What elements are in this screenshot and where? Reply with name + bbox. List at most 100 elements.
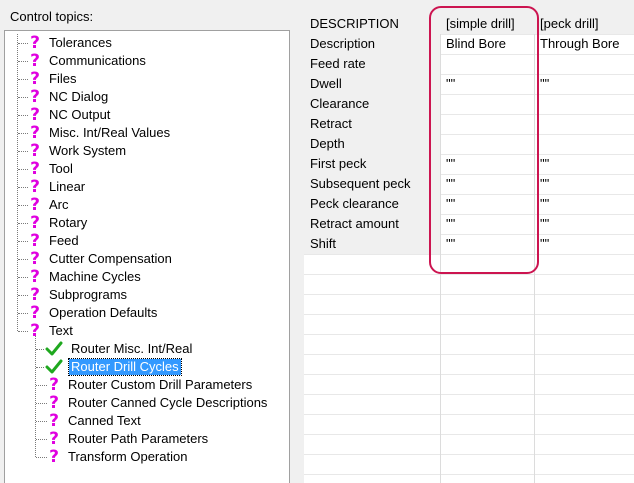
grid-cell[interactable]: "" [440,194,534,214]
grid-cell[interactable]: Through Bore [534,34,634,54]
grid-cell[interactable]: "" [440,174,534,194]
grid-line [304,374,634,375]
tree-item-label: Files [49,71,77,86]
tree-item-label: Machine Cycles [49,269,141,284]
tree-connector [18,205,28,206]
tree-item[interactable]: ? Feed [29,232,81,250]
tree-item-label: Subprograms [49,287,128,302]
tree-item-label: Operation Defaults [49,305,158,320]
tree-connector [18,241,28,242]
grid-cell[interactable]: "" [440,154,534,174]
row-label: Retract amount [304,214,440,234]
tree-item-label: Linear [49,179,86,194]
grid-cell[interactable] [534,114,634,134]
question-mark-icon: ? [30,159,40,179]
grid-cell[interactable]: "" [534,234,634,254]
tree-connector [18,259,28,260]
tree-item-label: Router Path Parameters [68,431,209,446]
tree-item[interactable]: ? Machine Cycles [29,268,143,286]
tree-connector [36,457,47,458]
question-mark-icon: ? [30,87,40,107]
row-label: Shift [304,234,440,254]
grid-header-row: DESCRIPTION [simple drill] [peck drill] [304,14,634,34]
tree-child-item[interactable]: ? Router Custom Drill Parameters [48,376,254,394]
tree-item[interactable]: ? Operation Defaults [29,304,159,322]
grid-line [304,434,634,435]
grid-row: Retract amount "" "" [304,214,634,234]
grid-line [304,294,634,295]
tree-item-selected[interactable]: Router Drill Cycles [45,358,182,376]
tree-child-item[interactable]: ? Router Path Parameters [48,430,210,448]
tree-item-label: Router Custom Drill Parameters [68,377,253,392]
tree-item[interactable]: ? Rotary [29,214,89,232]
control-topics-tree[interactable]: ? Tolerances? Communications? Files? NC Dial… [4,30,290,483]
drill-cycle-grid[interactable]: DESCRIPTION [simple drill] [peck drill] Des… [304,14,634,483]
tree-item[interactable]: ? Tool [29,160,75,178]
grid-cell[interactable]: "" [440,74,534,94]
question-mark-icon: ? [49,375,59,395]
grid-cell[interactable] [440,114,534,134]
tree-child-item[interactable]: ? Router Canned Cycle Descriptions [48,394,269,412]
tree-connector [18,331,28,332]
grid-cell[interactable] [440,94,534,114]
tree-item-label: Router Drill Cycles [68,358,182,376]
tree-connector [18,151,28,152]
column-header: DESCRIPTION [304,14,440,34]
tree-item[interactable]: ? NC Dialog [29,88,110,106]
grid-cell[interactable]: "" [440,214,534,234]
question-mark-icon: ? [30,231,40,251]
question-mark-icon: ? [49,411,59,431]
row-label: Description [304,34,440,54]
question-mark-icon: ? [30,141,40,161]
question-mark-icon: ? [30,105,40,125]
tree-item[interactable]: ? Arc [29,196,71,214]
tree-child-item[interactable]: ? Canned Text [48,412,143,430]
tree-connector [18,277,28,278]
grid-cell[interactable] [440,134,534,154]
grid-cell[interactable] [440,54,534,74]
grid-cell[interactable]: Blind Bore [440,34,534,54]
tree-connector [18,79,28,80]
tree-connector [36,439,47,440]
question-mark-icon: ? [30,33,40,53]
question-mark-icon: ? [49,447,59,467]
grid-row: First peck "" "" [304,154,634,174]
column-header: [simple drill] [440,14,534,34]
tree-item[interactable]: ? Tolerances [29,34,114,52]
grid-cell[interactable] [534,134,634,154]
tree-item[interactable]: ? Subprograms [29,286,129,304]
tree-child-item[interactable]: ? Transform Operation [48,448,189,466]
grid-cell[interactable]: "" [534,74,634,94]
tree-connector [18,169,28,170]
checkmark-icon [45,359,63,375]
tree-item-label: Tool [49,161,73,176]
tree-item-label: Router Canned Cycle Descriptions [68,395,268,410]
tree-item[interactable]: ? Linear [29,178,87,196]
grid-cell[interactable]: "" [534,214,634,234]
row-label: Depth [304,134,440,154]
question-mark-icon: ? [30,51,40,71]
tree-item[interactable]: ? Work System [29,142,128,160]
grid-cell[interactable]: "" [440,234,534,254]
grid-row: Shift "" "" [304,234,634,254]
tree-connector [36,385,47,386]
grid-line [304,474,634,475]
tree-child-item[interactable]: Router Misc. Int/Real [45,340,194,358]
tree-item[interactable]: ? Communications [29,52,148,70]
tree-item[interactable]: ? NC Output [29,106,112,124]
tree-item-label: Transform Operation [68,449,188,464]
question-mark-icon: ? [30,303,40,323]
grid-cell[interactable]: "" [534,174,634,194]
row-label: Feed rate [304,54,440,74]
tree-item-label: Router Misc. Int/Real [71,341,193,356]
grid-row: Retract [304,114,634,134]
tree-item[interactable]: ? Files [29,70,78,88]
tree-connector [18,187,28,188]
grid-cell[interactable]: "" [534,154,634,174]
grid-cell[interactable] [534,94,634,114]
tree-item[interactable]: ? Misc. Int/Real Values [29,124,172,142]
grid-cell[interactable]: "" [534,194,634,214]
tree-connector [18,313,28,314]
grid-cell[interactable] [534,54,634,74]
tree-item[interactable]: ? Cutter Compensation [29,250,174,268]
